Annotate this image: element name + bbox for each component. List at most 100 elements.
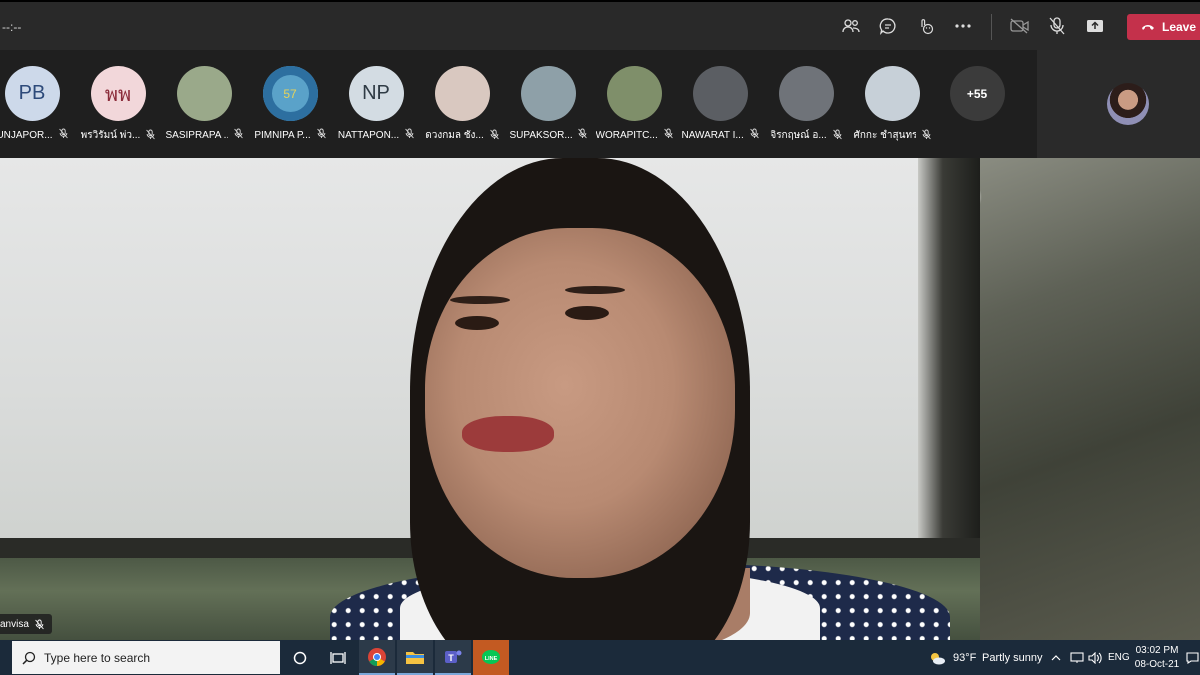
- leave-label: Leave: [1162, 20, 1197, 34]
- participant-name: SUPAKSOR...: [509, 129, 572, 141]
- language-indicator[interactable]: ENG: [1108, 640, 1130, 675]
- participant-name: NATTAPON...: [337, 129, 400, 141]
- participant-tile[interactable]: ดวงกมล ชัง...: [419, 66, 505, 143]
- chevron-up-icon[interactable]: [1051, 640, 1061, 675]
- participant-tile[interactable]: NAWARAT I...: [677, 66, 763, 142]
- participant-name-row: NATTAPON...: [333, 128, 419, 142]
- participant-name: พรวิรัมน์ พ่ว...: [80, 130, 141, 141]
- participant-name-row: SUPAKSOR...: [505, 128, 591, 142]
- mic-off-icon: [35, 619, 44, 629]
- mic-off-icon: [405, 128, 414, 142]
- volume-icon[interactable]: [1088, 640, 1102, 675]
- reactions-icon[interactable]: [914, 15, 936, 37]
- participant-name-row: SASIPRAPA ...: [161, 128, 247, 142]
- speaker-face: [425, 228, 735, 578]
- participant-tile[interactable]: จิรกฤษณ์ อ...: [763, 66, 849, 143]
- start-button[interactable]: [0, 640, 12, 675]
- search-icon: [22, 651, 36, 665]
- mic-off-icon: [663, 128, 673, 142]
- participant-name-row: WORAPITC...: [591, 128, 677, 142]
- mic-off-icon: [316, 128, 326, 142]
- mic-off-icon: [577, 128, 587, 142]
- mic-off-icon: [749, 128, 759, 142]
- overflow-participants[interactable]: +55: [934, 16, 1020, 121]
- notification-icon[interactable]: [1184, 640, 1200, 675]
- video-background-right: [950, 158, 1200, 640]
- participant-tile[interactable]: SASIPRAPA ...: [161, 66, 247, 142]
- meeting-toolbar: --:-- Leave: [0, 0, 1200, 50]
- overflow-count-badge[interactable]: +55: [949, 66, 1005, 121]
- participant-avatar: พพ: [90, 66, 146, 121]
- task-view-icon[interactable]: [320, 640, 356, 675]
- file-explorer-icon[interactable]: [397, 640, 433, 675]
- participant-avatar: [176, 66, 232, 121]
- participant-name: PIMNIPA P...: [254, 129, 311, 141]
- chrome-icon[interactable]: [359, 640, 395, 675]
- taskbar-clock[interactable]: 03:02 PM 08-Oct-21: [1133, 644, 1181, 672]
- participant-name: UNJAPOR...: [0, 129, 53, 141]
- taskbar-search[interactable]: Type here to search: [12, 641, 280, 674]
- mic-off-icon: [233, 128, 243, 142]
- svg-text:T: T: [448, 653, 454, 663]
- participant-avatar: NP: [348, 66, 404, 121]
- participant-tile[interactable]: ศักกะ ชำสุนทร: [849, 66, 935, 143]
- windows-taskbar: Type here to search T LINE 93°F Partly s…: [0, 640, 1200, 675]
- share-icon[interactable]: [1084, 15, 1106, 37]
- speaker-brow-right: [565, 286, 625, 294]
- speaker-lips: [462, 416, 554, 452]
- participant-name-row: ดวงกมล ชัง...: [419, 128, 505, 143]
- leave-button[interactable]: Leave: [1127, 14, 1200, 40]
- participant-name: ศักกะ ชำสุนทร: [853, 130, 916, 141]
- weather-temperature[interactable]: 93°F: [953, 640, 976, 675]
- search-placeholder: Type here to search: [44, 650, 151, 665]
- speaker-eye-right: [565, 306, 609, 320]
- network-icon[interactable]: [1070, 640, 1084, 675]
- clock-date: 08-Oct-21: [1134, 659, 1180, 670]
- speaker-brow-left: [450, 296, 510, 304]
- participant-tile[interactable]: พพพรวิรัมน์ พ่ว...: [75, 66, 161, 143]
- speaker-name: anvisa: [0, 618, 29, 630]
- participant-name-row: พรวิรัมน์ พ่ว...: [75, 128, 161, 143]
- speaker-name-tag: anvisa: [0, 614, 52, 634]
- mic-off-icon: [832, 129, 842, 143]
- participant-tile[interactable]: 57 PIMNIPA P...: [247, 66, 333, 142]
- teams-icon[interactable]: T: [435, 640, 471, 675]
- participant-name-row: PIMNIPA P...: [247, 128, 333, 142]
- participant-avatar: [864, 66, 920, 121]
- participant-name-row: ศักกะ ชำสุนทร: [849, 128, 935, 143]
- participant-tile[interactable]: SUPAKSOR...: [505, 66, 591, 142]
- weather-description[interactable]: Partly sunny: [982, 640, 1043, 675]
- mic-off-icon: [490, 129, 499, 143]
- participant-strip: PB UNJAPOR... พพพรวิรัมน์ พ่ว... SASIPRAPA …: [0, 50, 1037, 158]
- participant-avatar: PB: [4, 66, 60, 121]
- participant-name: WORAPITC...: [595, 129, 658, 141]
- meeting-timer: --:--: [2, 20, 22, 34]
- weather-icon[interactable]: [928, 640, 946, 675]
- chat-icon[interactable]: [877, 15, 899, 37]
- participant-name-row: UNJAPOR...: [0, 128, 75, 142]
- participant-name: NAWARAT I...: [681, 129, 744, 141]
- participant-avatar: [692, 66, 748, 121]
- participant-name-row: จิรกฤษณ์ อ...: [763, 128, 849, 143]
- people-icon[interactable]: [840, 15, 862, 37]
- participant-name: SASIPRAPA ...: [165, 129, 228, 141]
- participant-avatar: 57: [262, 66, 318, 121]
- mic-off-icon[interactable]: [1046, 15, 1068, 37]
- projector-screen-edge: [918, 158, 980, 558]
- participant-tile[interactable]: PB UNJAPOR...: [0, 66, 75, 142]
- svg-text:LINE: LINE: [485, 656, 498, 662]
- participant-avatar: [434, 66, 490, 121]
- self-avatar: [1107, 83, 1149, 125]
- participant-name-row: NAWARAT I...: [677, 128, 763, 142]
- participant-avatar: [520, 66, 576, 121]
- mic-off-icon: [58, 128, 68, 142]
- cortana-icon[interactable]: [282, 640, 318, 675]
- participant-tile[interactable]: WORAPITC...: [591, 66, 677, 142]
- participant-name: จิรกฤษณ์ อ...: [770, 130, 827, 141]
- speaker-eye-left: [455, 316, 499, 330]
- participant-avatar: [606, 66, 662, 121]
- mic-off-icon: [921, 129, 931, 143]
- main-video: [0, 158, 1200, 640]
- participant-tile[interactable]: NP NATTAPON...: [333, 66, 419, 142]
- line-app-icon[interactable]: LINE: [473, 640, 509, 675]
